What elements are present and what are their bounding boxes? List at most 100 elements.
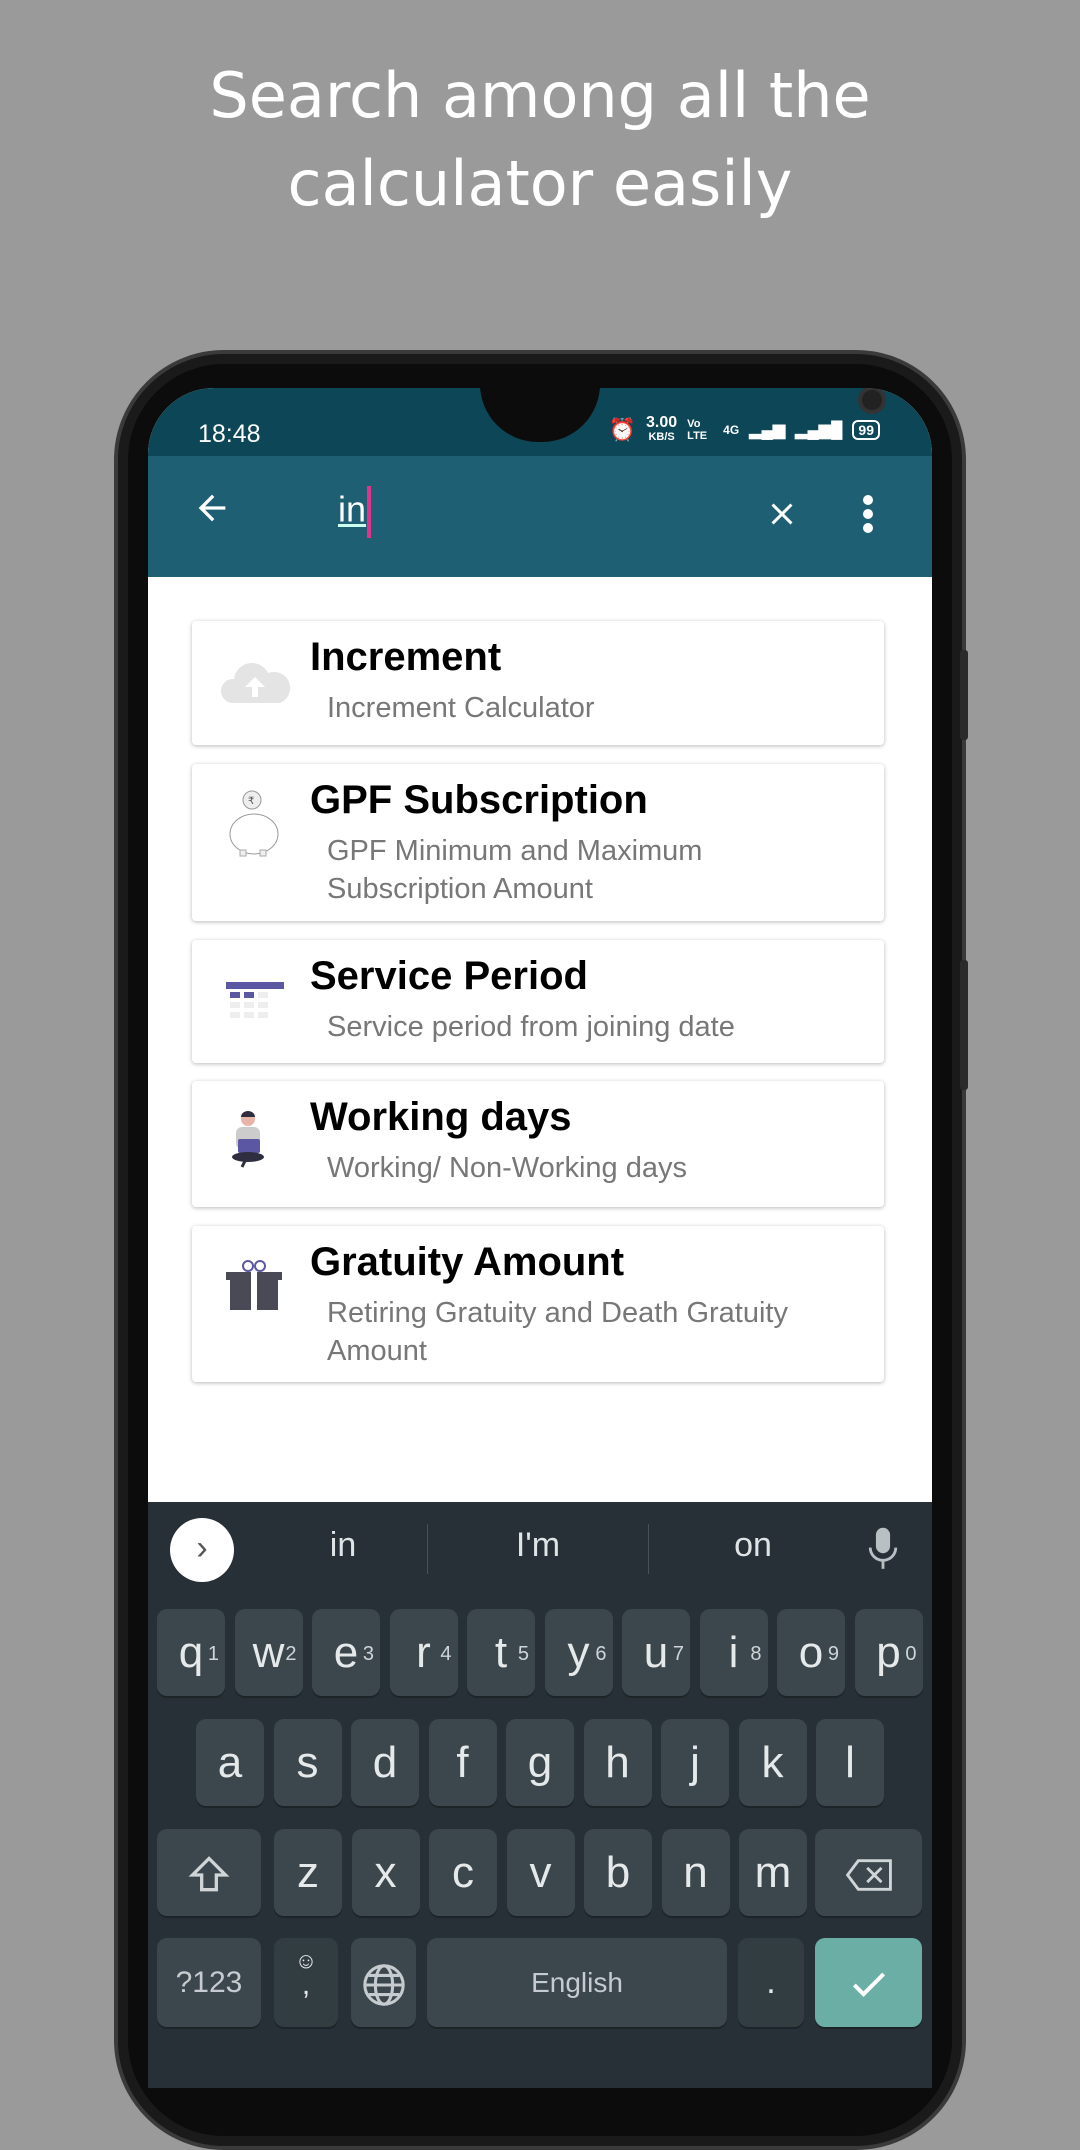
alarm-icon: ⏰	[608, 417, 637, 442]
result-subtitle: GPF Minimum and Maximum Subscription Amo…	[327, 835, 703, 905]
result-title: GPF Subscription	[310, 778, 648, 822]
key-label: q	[178, 1628, 204, 1677]
promo-headline: Search among all the calculator easily	[0, 52, 1080, 228]
enter-key[interactable]	[815, 1938, 922, 2027]
result-subtitle: Increment Calculator	[327, 692, 595, 724]
microphone-icon[interactable]	[866, 1524, 900, 1579]
suggestion-divider	[427, 1524, 428, 1574]
result-subtitle: Working/ Non-Working days	[327, 1152, 687, 1184]
gift-icon	[218, 1250, 292, 1324]
key-label: i	[728, 1628, 739, 1677]
key-hint: 1	[207, 1643, 219, 1665]
space-key[interactable]: English	[427, 1938, 727, 2027]
headline-line-1: Search among all the	[209, 59, 871, 132]
camera-icon	[858, 388, 886, 414]
key-n[interactable]: n	[661, 1829, 730, 1916]
key-l[interactable]: l	[816, 1719, 884, 1806]
result-card-working-days[interactable]: Working days Working/ Non-Working days	[192, 1081, 884, 1207]
status-bar: 18:48 ⏰ 3.00 KB/S Vo LTE 4G ▂▄▆ ▂▄▆█ 99	[148, 388, 932, 456]
key-label: r	[416, 1628, 431, 1677]
key-h[interactable]: h	[583, 1719, 652, 1806]
period-key[interactable]: .	[738, 1938, 804, 2027]
key-label: b	[605, 1848, 631, 1897]
key-v[interactable]: v	[506, 1829, 575, 1916]
phone-volume-button	[960, 960, 968, 1090]
key-d[interactable]: d	[351, 1719, 419, 1806]
globe-icon[interactable]	[351, 1938, 416, 2027]
shift-key[interactable]	[157, 1829, 261, 1916]
key-p[interactable]: p0	[854, 1609, 923, 1696]
search-input[interactable]: in	[338, 486, 372, 538]
result-title: Increment	[310, 635, 502, 679]
key-e[interactable]: e3	[312, 1609, 380, 1696]
key-label: z	[297, 1848, 319, 1897]
key-a[interactable]: a	[196, 1719, 264, 1806]
result-title: Service Period	[310, 954, 588, 998]
calendar-icon	[218, 964, 292, 1038]
key-b[interactable]: b	[584, 1829, 652, 1916]
result-card-gpf-subscription[interactable]: ₹ GPF Subscription GPF Minimum and Maxim…	[192, 764, 884, 921]
suggestion-1[interactable]: in	[258, 1526, 428, 1565]
person-laptop-icon	[218, 1105, 292, 1179]
cloud-upload-icon	[218, 645, 292, 719]
suggestion-3[interactable]: on	[668, 1526, 838, 1565]
result-card-service-period[interactable]: Service Period Service period from joini…	[192, 940, 884, 1063]
key-o[interactable]: o9	[777, 1609, 845, 1696]
key-y[interactable]: y6	[544, 1609, 613, 1696]
key-t[interactable]: t5	[467, 1609, 535, 1696]
more-vert-icon[interactable]	[862, 494, 874, 544]
key-label: c	[452, 1848, 474, 1897]
result-title: Working days	[310, 1095, 572, 1139]
suggestion-2[interactable]: I'm	[448, 1526, 628, 1565]
key-hint: 0	[905, 1643, 917, 1665]
key-k[interactable]: k	[738, 1719, 807, 1806]
arrow-left-icon[interactable]	[192, 488, 232, 538]
notch	[480, 388, 886, 442]
key-label: n	[683, 1848, 708, 1897]
key-label: v	[529, 1848, 552, 1897]
key-m[interactable]: m	[739, 1829, 807, 1916]
key-label: t	[494, 1628, 508, 1677]
signal-icon: ▂▄▆	[749, 422, 786, 439]
close-icon[interactable]	[764, 496, 800, 542]
key-s[interactable]: s	[273, 1719, 342, 1806]
chevron-right-icon[interactable]: ›	[170, 1518, 234, 1582]
key-u[interactable]: u7	[622, 1609, 690, 1696]
key-f[interactable]: f	[428, 1719, 497, 1806]
key-label: f	[456, 1738, 469, 1787]
key-z[interactable]: z	[274, 1829, 342, 1916]
backspace-key[interactable]	[815, 1829, 922, 1916]
key-label: a	[217, 1738, 243, 1787]
key-label: d	[372, 1738, 398, 1787]
key-label: y	[567, 1628, 590, 1677]
net-speed: 3.00	[646, 414, 678, 431]
network-type: 4G	[723, 423, 740, 437]
key-hint: 8	[750, 1643, 762, 1665]
svg-text:₹: ₹	[248, 796, 254, 807]
battery-icon: 99	[852, 420, 880, 440]
result-card-gratuity-amount[interactable]: Gratuity Amount Retiring Gratuity and De…	[192, 1226, 884, 1382]
key-x[interactable]: x	[351, 1829, 420, 1916]
key-label: j	[690, 1738, 700, 1787]
key-label: g	[527, 1738, 553, 1787]
key-i[interactable]: i8	[699, 1609, 768, 1696]
status-time: 18:48	[198, 420, 261, 448]
key-label: w	[252, 1628, 285, 1677]
key-label: e	[333, 1628, 359, 1677]
key-hint: 7	[672, 1643, 684, 1665]
key-j[interactable]: j	[661, 1719, 729, 1806]
emoji-comma-key[interactable]: ☺,	[274, 1938, 338, 2027]
text-caret	[367, 486, 372, 538]
key-q[interactable]: q1	[157, 1609, 225, 1696]
symbols-key[interactable]: ?123	[157, 1938, 261, 2027]
key-r[interactable]: r4	[389, 1609, 458, 1696]
key-c[interactable]: c	[429, 1829, 497, 1916]
signal-icon-2: ▂▄▆█	[795, 422, 843, 439]
result-subtitle: Service period from joining date	[327, 1011, 735, 1043]
key-label: u	[643, 1628, 669, 1677]
phone-power-button	[960, 650, 968, 740]
key-w[interactable]: w2	[234, 1609, 303, 1696]
key-g[interactable]: g	[506, 1719, 574, 1806]
result-card-increment[interactable]: Increment Increment Calculator	[192, 621, 884, 745]
phone-screen: 18:48 ⏰ 3.00 KB/S Vo LTE 4G ▂▄▆ ▂▄▆█ 99 i…	[148, 388, 932, 2088]
